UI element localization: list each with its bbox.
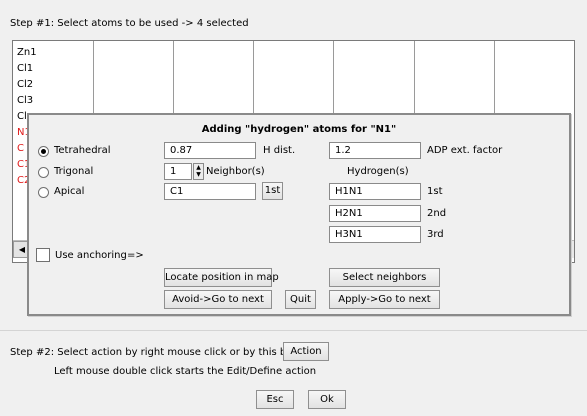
hydrogen-name-input[interactable]: H3N1	[329, 226, 421, 243]
spin-up-icon[interactable]: ▲	[194, 164, 203, 171]
section-divider	[0, 330, 587, 331]
quit-button[interactable]: Quit	[285, 290, 316, 309]
adp-factor-input[interactable]: 1.2	[329, 142, 421, 159]
use-anchoring-label[interactable]: Use anchoring	[55, 250, 127, 261]
apply-go-next-button[interactable]: Apply->Go to next	[329, 290, 440, 309]
trigonal-label[interactable]: Trigonal	[54, 166, 93, 177]
tetrahedral-radio[interactable]	[38, 146, 49, 157]
atom-list-item[interactable]: Cl	[17, 111, 27, 122]
h-dist-input[interactable]: 0.87	[164, 142, 256, 159]
atom-list-item[interactable]: Zn1	[17, 47, 37, 58]
apical-atom-input[interactable]: C1	[164, 183, 256, 200]
add-hydrogen-dialog: Adding "hydrogen" atoms for "N1" Tetrahe…	[27, 113, 571, 316]
select-neighbors-button[interactable]: Select neighbors	[329, 268, 440, 287]
hydrogens-header: Hydrogen(s)	[347, 166, 409, 177]
use-anchoring-checkbox[interactable]	[36, 248, 50, 262]
ok-button[interactable]: Ok	[308, 390, 346, 409]
spin-down-icon[interactable]: ▼	[194, 171, 203, 178]
neighbors-label: Neighbor(s)	[206, 166, 265, 177]
locate-position-button[interactable]: Locate position in map	[164, 268, 279, 287]
step2-label: Step #2: Select action by right mouse cl…	[10, 347, 317, 358]
avoid-go-next-button[interactable]: Avoid->Go to next	[164, 290, 272, 309]
hydrogen-order-label: 3rd	[427, 229, 444, 240]
atom-list-item[interactable]: Cl3	[17, 95, 33, 106]
hydrogen-order-label: 2nd	[427, 208, 447, 219]
atom-list-item[interactable]: Cl1	[17, 63, 33, 74]
hydrogen-name-input[interactable]: H1N1	[329, 183, 421, 200]
anchoring-arrow: =>	[127, 250, 144, 261]
adp-factor-label: ADP ext. factor	[427, 145, 503, 156]
step2-hint: Left mouse double click starts the Edit/…	[54, 366, 317, 377]
atom-list-item-selected[interactable]: C	[17, 143, 24, 154]
neighbors-spinner[interactable]: ▲ ▼	[193, 163, 204, 180]
apical-label[interactable]: Apical	[54, 186, 84, 197]
hydrogen-order-label: 1st	[427, 186, 443, 197]
step1-label: Step #1: Select atoms to be used -> 4 se…	[10, 18, 249, 29]
trigonal-radio[interactable]	[38, 167, 49, 178]
h-dist-label: H dist.	[263, 145, 296, 156]
apical-radio[interactable]	[38, 187, 49, 198]
first-neighbor-button[interactable]: 1st	[262, 182, 283, 200]
action-button[interactable]: Action	[283, 342, 329, 361]
neighbors-count-input[interactable]: 1	[164, 163, 192, 180]
tetrahedral-label[interactable]: Tetrahedral	[54, 145, 111, 156]
esc-button[interactable]: Esc	[256, 390, 294, 409]
dialog-title: Adding "hydrogen" atoms for "N1"	[201, 124, 397, 135]
hydrogen-name-input[interactable]: H2N1	[329, 205, 421, 222]
atom-list-item[interactable]: Cl2	[17, 79, 33, 90]
